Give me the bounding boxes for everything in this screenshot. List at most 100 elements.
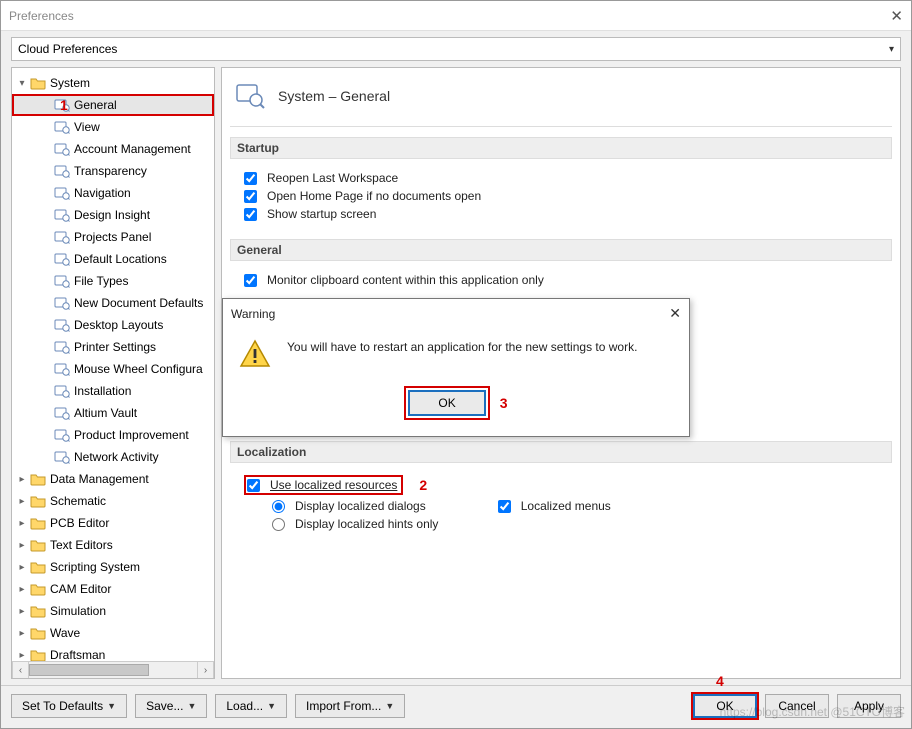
scroll-thumb[interactable]	[29, 664, 149, 676]
annotation-4: 4	[716, 673, 724, 689]
tree-label: Altium Vault	[74, 406, 137, 420]
localized-menus-checkbox[interactable]: Localized menus	[498, 499, 611, 513]
apply-button[interactable]: Apply	[837, 694, 901, 718]
settings-page-icon	[54, 252, 70, 266]
tree-item-account-management[interactable]: Account Management	[12, 138, 214, 160]
settings-page-icon	[54, 120, 70, 134]
settings-page-icon	[54, 164, 70, 178]
tree-item-printer-settings[interactable]: Printer Settings	[12, 336, 214, 358]
import-from-button[interactable]: Import From...▼	[295, 694, 405, 718]
cloud-prefs-label: Cloud Preferences	[18, 42, 117, 56]
annotation-2: 2	[419, 477, 427, 493]
tree-folder-text-editors[interactable]: ▸Text Editors	[12, 534, 214, 556]
tree-label: Projects Panel	[74, 230, 151, 244]
toggle-icon[interactable]: ▸	[16, 496, 28, 507]
load-button[interactable]: Load...▼	[215, 694, 287, 718]
tree-item-transparency[interactable]: Transparency	[12, 160, 214, 182]
use-localized-checkbox[interactable]: Use localized resources	[247, 478, 397, 492]
tree-item-mouse-wheel-configura[interactable]: Mouse Wheel Configura	[12, 358, 214, 380]
tree-item-projects-panel[interactable]: Projects Panel	[12, 226, 214, 248]
show-startup-checkbox[interactable]: Show startup screen	[244, 207, 890, 221]
tree-label: View	[74, 120, 100, 134]
scroll-left-icon[interactable]: ‹	[12, 662, 29, 678]
toggle-icon[interactable]: ▸	[16, 606, 28, 617]
tree-folder-scripting-system[interactable]: ▸ Scripting System	[12, 556, 214, 578]
tree-hscrollbar[interactable]: ‹ ›	[12, 661, 214, 678]
preferences-window: Preferences ✕ Cloud Preferences ▾ ▾Syste…	[0, 0, 912, 729]
page-header: System – General	[230, 76, 892, 127]
cloud-prefs-dropdown[interactable]: Cloud Preferences ▾	[11, 37, 901, 61]
toggle-icon[interactable]: ▸	[16, 540, 28, 551]
tree-label: Desktop Layouts	[74, 318, 163, 332]
reopen-workspace-checkbox[interactable]: Reopen Last Workspace	[244, 171, 890, 185]
settings-page-icon	[54, 296, 70, 310]
chevron-down-icon: ▼	[267, 701, 276, 711]
tree-folder-wave[interactable]: ▸Wave	[12, 622, 214, 644]
toggle-icon[interactable]: ▸	[16, 584, 28, 595]
tree-item-product-improvement[interactable]: Product Improvement	[12, 424, 214, 446]
warning-icon	[239, 338, 271, 370]
tree-label: PCB Editor	[50, 516, 109, 530]
scroll-right-icon[interactable]: ›	[197, 662, 214, 678]
tree-folder-cam-editor[interactable]: ▸CAM Editor	[12, 578, 214, 600]
window-title: Preferences	[9, 9, 890, 23]
tree-item-file-types[interactable]: File Types	[12, 270, 214, 292]
group-localization-title: Localization	[230, 441, 892, 463]
tree-folder-schematic[interactable]: ▸Schematic	[12, 490, 214, 512]
set-defaults-button[interactable]: Set To Defaults▼	[11, 694, 127, 718]
open-home-checkbox[interactable]: Open Home Page if no documents open	[244, 189, 890, 203]
display-hints-radio[interactable]: Display localized hints only	[272, 517, 890, 531]
folder-icon	[30, 626, 46, 640]
dialog-close-icon[interactable]: ✕	[669, 305, 681, 322]
warning-dialog: Warning ✕ You will have to restart an ap…	[222, 298, 690, 437]
window-close-icon[interactable]: ✕	[890, 7, 903, 25]
tree-label: Scripting System	[50, 560, 140, 574]
monitor-clipboard-checkbox[interactable]: Monitor clipboard content within this ap…	[244, 273, 890, 287]
titlebar: Preferences ✕	[1, 1, 911, 31]
cancel-button[interactable]: Cancel	[765, 694, 829, 718]
scroll-track[interactable]	[29, 662, 197, 678]
tree-item-default-locations[interactable]: Default Locations	[12, 248, 214, 270]
tree-item-new-document-defaults[interactable]: New Document Defaults	[12, 292, 214, 314]
toggle-icon[interactable]: ▸	[16, 474, 28, 485]
toggle-icon[interactable]: ▸	[16, 562, 28, 573]
ok-button[interactable]: OK	[693, 694, 757, 718]
tree-label: Data Management	[50, 472, 149, 486]
tree-item-view[interactable]: View	[12, 116, 214, 138]
nav-tree[interactable]: ▾SystemGeneral1 View Account Management Tra…	[12, 68, 214, 661]
tree-item-general[interactable]: General1	[12, 94, 214, 116]
tree-folder-draftsman[interactable]: ▸Draftsman	[12, 644, 214, 661]
page-icon	[234, 80, 266, 112]
settings-page-icon	[54, 142, 70, 156]
tree-label: Network Activity	[74, 450, 159, 464]
toggle-icon[interactable]: ▸	[16, 650, 28, 661]
tree-item-desktop-layouts[interactable]: Desktop Layouts	[12, 314, 214, 336]
tree-label: Transparency	[74, 164, 147, 178]
dialog-title: Warning	[231, 307, 669, 321]
dialog-message: You will have to restart an application …	[287, 338, 637, 354]
tree-folder-pcb-editor[interactable]: ▸ PCB Editor	[12, 512, 214, 534]
tree-folder-simulation[interactable]: ▸Simulation	[12, 600, 214, 622]
tree-item-installation[interactable]: Installation	[12, 380, 214, 402]
tree-item-design-insight[interactable]: Design Insight	[12, 204, 214, 226]
tree-label: Design Insight	[74, 208, 150, 222]
display-dialogs-radio[interactable]: Display localized dialogs	[272, 499, 426, 513]
tree-item-altium-vault[interactable]: Altium Vault	[12, 402, 214, 424]
dialog-ok-button[interactable]: OK	[408, 390, 485, 416]
folder-icon	[30, 516, 46, 530]
save-button[interactable]: Save...▼	[135, 694, 207, 718]
tree-folder-data-management[interactable]: ▸ Data Management	[12, 468, 214, 490]
toggle-icon[interactable]: ▸	[16, 628, 28, 639]
settings-page-icon	[54, 274, 70, 288]
footer: Set To Defaults▼ Save...▼ Load...▼ Impor…	[1, 685, 911, 728]
tree-item-navigation[interactable]: Navigation	[12, 182, 214, 204]
toggle-icon[interactable]: ▾	[16, 78, 28, 89]
folder-icon	[30, 582, 46, 596]
folder-icon	[30, 538, 46, 552]
group-startup: Startup Reopen Last Workspace Open Home …	[230, 137, 892, 229]
tree-root-system[interactable]: ▾System	[12, 72, 214, 94]
tree-item-network-activity[interactable]: Network Activity	[12, 446, 214, 468]
toggle-icon[interactable]: ▸	[16, 518, 28, 529]
tree-label: New Document Defaults	[74, 296, 203, 310]
tree-label: Printer Settings	[74, 340, 156, 354]
